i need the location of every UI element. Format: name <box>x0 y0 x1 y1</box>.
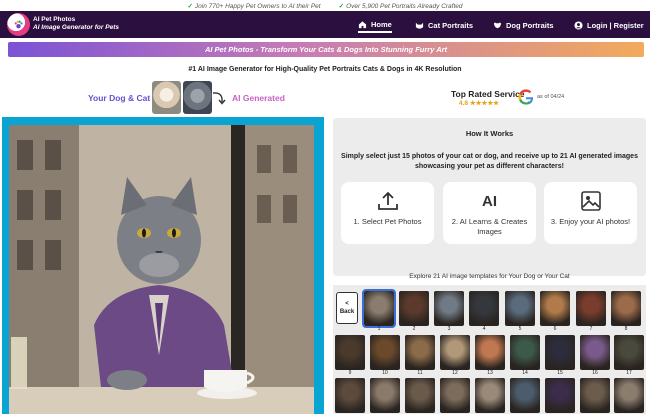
template-thumbnail[interactable] <box>335 378 365 413</box>
template-thumbnail[interactable] <box>545 378 575 413</box>
back-label: Back <box>339 309 355 315</box>
template-number: 3 <box>447 326 451 332</box>
template-thumbnail[interactable] <box>475 378 505 413</box>
page-headline: #1 AI Image Generator for High-Quality P… <box>188 66 462 73</box>
rating-score: 4.8 ★★★★★ <box>459 100 499 107</box>
check-icon: ✓ <box>338 2 345 10</box>
dog-icon <box>493 22 502 28</box>
logo[interactable] <box>7 13 30 36</box>
template-thumbnail[interactable] <box>545 335 575 370</box>
template-thumbnail[interactable] <box>362 289 396 328</box>
announcement-1-text: Join 770+ Happy Pet Owners to AI their P… <box>194 2 321 10</box>
template-thumbnail[interactable] <box>405 335 435 370</box>
ai-icon: AI <box>482 192 497 210</box>
template-thumbnail[interactable] <box>434 291 464 326</box>
check-icon: ✓ <box>187 2 193 10</box>
rating-as-of: as of 04/24 <box>537 94 565 100</box>
rating-title: Top Rated Service <box>451 89 525 99</box>
step-enjoy-photos: 3. Enjoy your AI photos! <box>544 182 637 244</box>
sample-dog-photo <box>152 81 181 114</box>
user-icon <box>574 20 583 30</box>
step-3-label: 3. Enjoy your AI photos! <box>550 217 631 226</box>
template-thumbnail[interactable] <box>580 378 610 413</box>
banner-text: AI Pet Photos - Transform Your Cats & Do… <box>204 45 448 54</box>
template-number: 12 <box>452 370 458 376</box>
brand[interactable]: AI Pet Photos AI Image Generator for Pet… <box>33 16 119 32</box>
explore-templates-title: Explore 21 AI image templates for Your D… <box>409 273 570 280</box>
template-number: 2 <box>412 326 416 332</box>
google-icon <box>518 89 534 105</box>
template-number: 9 <box>348 370 352 376</box>
template-thumbnail[interactable] <box>576 291 606 326</box>
template-number: 14 <box>522 370 528 376</box>
compare-left-label: Your Dog & Cat <box>88 93 151 103</box>
template-number: 8 <box>624 326 628 332</box>
hero-banner: AI Pet Photos - Transform Your Cats & Do… <box>8 42 644 57</box>
nav-home[interactable]: Home <box>358 17 392 33</box>
announcement-1: ✓ Join 770+ Happy Pet Owners to AI their … <box>187 2 320 10</box>
brand-tagline: AI Image Generator for Pets <box>33 24 119 31</box>
template-thumbnail[interactable] <box>510 378 540 413</box>
step-2-label: 2. AI Learns & Creates Images <box>451 217 528 236</box>
back-arrow: < <box>345 301 349 307</box>
template-thumbnail[interactable] <box>614 378 644 413</box>
nav-login-register[interactable]: Login | Register <box>574 17 644 33</box>
template-number: 7 <box>589 326 593 332</box>
step-1-label: 1. Select Pet Photos <box>353 217 422 226</box>
template-thumbnail[interactable] <box>440 378 470 413</box>
nav-cat-label: Cat Portraits <box>428 20 474 30</box>
curved-arrow-icon <box>212 92 226 105</box>
how-it-works-panel: How It Works Simply select just 15 photo… <box>333 118 646 276</box>
main-nav: AI Pet Photos AI Image Generator for Pet… <box>0 11 650 38</box>
nav-login-label: Login | Register <box>587 20 644 30</box>
nav-home-label: Home <box>371 19 392 29</box>
template-number: 17 <box>626 370 632 376</box>
template-thumbnail[interactable] <box>469 291 499 326</box>
paw-icon <box>14 20 23 29</box>
template-thumbnail[interactable] <box>399 291 429 326</box>
back-button[interactable]: < Back <box>336 292 358 324</box>
template-thumbnail[interactable] <box>405 378 435 413</box>
template-number: 6 <box>553 326 557 332</box>
sample-cat-photo <box>183 81 212 114</box>
template-thumbnail[interactable] <box>510 335 540 370</box>
step-select-photos: 1. Select Pet Photos <box>341 182 434 244</box>
announcement-2-text: Over 5,900 Pet Portraits Already Crafted <box>346 2 463 10</box>
cat-in-suit-illustration <box>9 125 314 414</box>
template-thumbnail[interactable] <box>370 335 400 370</box>
image-icon <box>580 191 601 211</box>
template-number: 16 <box>592 370 598 376</box>
cat-icon <box>415 22 424 29</box>
nav-dog-portraits[interactable]: Dog Portraits <box>493 17 554 33</box>
template-thumbnail[interactable] <box>475 335 505 370</box>
template-thumbnail[interactable] <box>335 335 365 370</box>
template-number: 11 <box>417 370 423 376</box>
template-number: 13 <box>487 370 493 376</box>
template-thumbnail[interactable] <box>611 291 641 326</box>
template-thumbnail[interactable] <box>540 291 570 326</box>
upload-icon <box>377 191 398 210</box>
how-it-works-title: How It Works <box>465 129 514 138</box>
template-number: 4 <box>482 326 486 332</box>
home-icon <box>358 20 367 28</box>
nav-cat-portraits[interactable]: Cat Portraits <box>415 17 473 33</box>
template-number: 5 <box>518 326 522 332</box>
hero-cat-portrait <box>9 125 314 414</box>
how-it-works-description: Simply select just 15 photos of your cat… <box>341 153 638 170</box>
template-number: 10 <box>382 370 388 376</box>
nav-dog-label: Dog Portraits <box>506 20 554 30</box>
compare-right-label: AI Generated <box>232 93 285 103</box>
template-thumbnail[interactable] <box>505 291 535 326</box>
template-thumbnail[interactable] <box>370 378 400 413</box>
template-number: 1 <box>377 326 381 332</box>
template-thumbnail[interactable] <box>440 335 470 370</box>
announcement-bar: ✓ Join 770+ Happy Pet Owners to AI their … <box>0 0 650 11</box>
announcement-2: ✓ Over 5,900 Pet Portraits Already Crafte… <box>339 2 463 10</box>
brand-name: AI Pet Photos <box>33 16 76 23</box>
template-thumbnail[interactable] <box>580 335 610 370</box>
template-thumbnail[interactable] <box>614 335 644 370</box>
template-number: 15 <box>557 370 563 376</box>
step-ai-learns: AI 2. AI Learns & Creates Images <box>443 182 536 244</box>
